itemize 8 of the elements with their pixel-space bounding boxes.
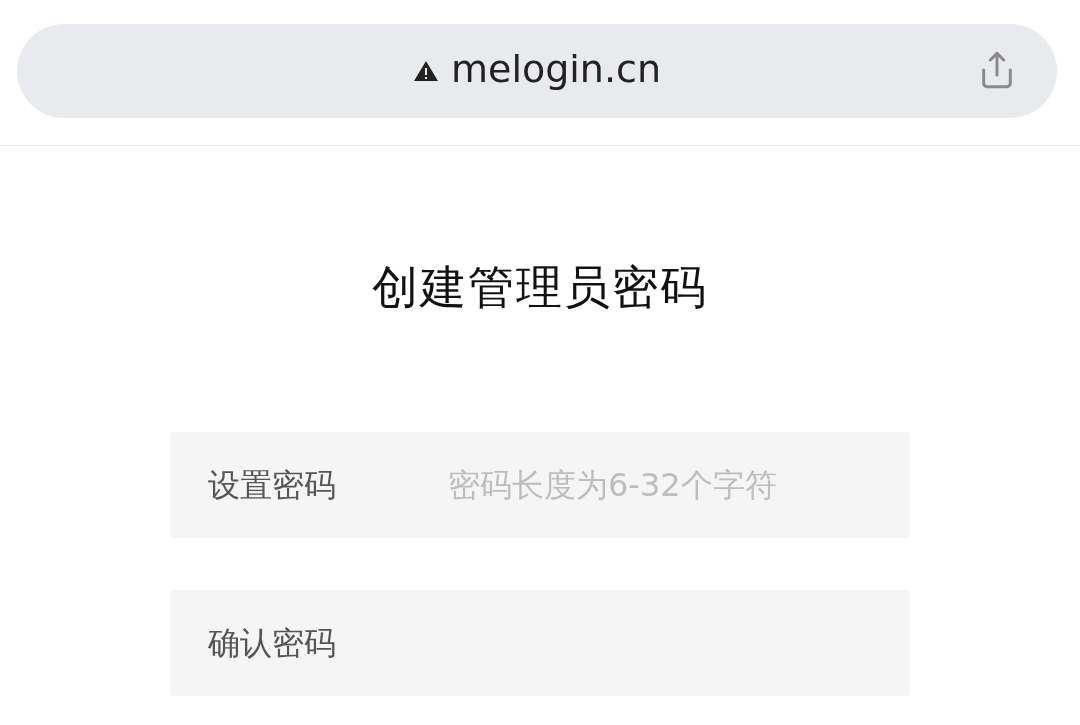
url-text: melogin.cn — [451, 50, 661, 92]
address-bar[interactable]: melogin.cn — [17, 24, 1057, 118]
password-field[interactable]: 确认密码 — [170, 590, 910, 696]
password-field[interactable]: 设置密码 密码长度为6-32个字符 — [170, 432, 910, 538]
field-label: 设置密码 — [208, 465, 337, 506]
field-label: 确认密码 — [208, 623, 337, 664]
password-input[interactable]: 密码长度为6-32个字符 — [448, 463, 848, 507]
page-title: 创建管理员密码 — [372, 264, 708, 310]
